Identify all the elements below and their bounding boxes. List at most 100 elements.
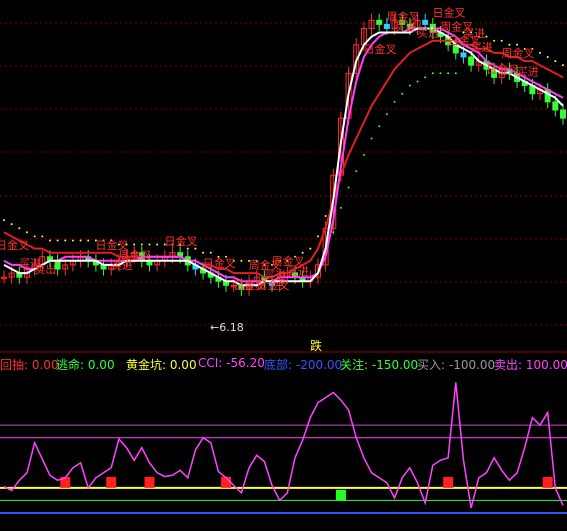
- sar-dot: [301, 251, 304, 254]
- osc-signal-red: [144, 476, 155, 488]
- candle-body: [468, 56, 475, 66]
- sar-dot: [316, 235, 319, 238]
- signal-label: 买进: [111, 259, 133, 272]
- sar-dot: [194, 247, 197, 250]
- sar-dot: [240, 259, 243, 262]
- sar-dot: [424, 76, 427, 79]
- sar-dot: [539, 51, 542, 54]
- sar-dot: [309, 247, 312, 250]
- indicator-label: 黄金坑:: [126, 358, 167, 372]
- sar-dot: [133, 243, 136, 246]
- indicator-value: -100.00: [445, 358, 496, 372]
- indicator-item: 底部: -200.00: [264, 356, 342, 373]
- sar-dot: [447, 72, 450, 75]
- sar-dot: [18, 227, 21, 230]
- signal-label: 日金叉: [432, 5, 465, 19]
- sar-dot: [508, 43, 511, 46]
- signal-label: 日金叉: [203, 256, 236, 270]
- signal-label: 买进: [417, 26, 439, 39]
- sar-dot: [33, 235, 36, 238]
- candle-body: [552, 101, 559, 111]
- signal-label: 买进: [463, 27, 485, 40]
- sar-dot: [431, 72, 434, 75]
- signal-label: 日金叉: [164, 234, 197, 248]
- osc-signal-red: [106, 476, 117, 488]
- sar-dot: [347, 186, 350, 189]
- indicator-value: -56.20: [222, 356, 265, 370]
- sar-dot: [493, 39, 496, 42]
- sar-dot: [439, 72, 442, 75]
- sar-dot: [546, 56, 549, 58]
- signal-label: 卖出: [34, 262, 56, 276]
- indicator-value: 100.00: [522, 358, 567, 372]
- candle-body: [422, 19, 429, 25]
- indicator-label: 底部:: [264, 358, 293, 372]
- indicator-item: CCI: -56.20: [198, 356, 265, 370]
- sar-dot: [385, 113, 388, 116]
- indicator-value: -200.00: [292, 358, 343, 372]
- sar-dot: [3, 219, 5, 222]
- sar-dot: [500, 39, 503, 42]
- indicator-item: 关注: -150.00: [340, 356, 418, 373]
- signal-label: 买进: [287, 265, 309, 278]
- signal-label: 日金叉: [256, 278, 289, 292]
- signal-label: 日金叉: [0, 238, 29, 252]
- indicator-label: 回抽:: [0, 358, 29, 372]
- signal-label: 周金叉: [501, 46, 534, 60]
- sar-dot: [554, 60, 557, 63]
- sar-dot: [25, 231, 28, 234]
- sar-dot: [209, 251, 212, 254]
- sar-dot: [324, 215, 327, 217]
- indicator-item: 买入: -100.00: [417, 356, 495, 373]
- osc-signal-red: [542, 476, 553, 488]
- sar-dot: [41, 235, 44, 238]
- sar-dot: [355, 170, 358, 173]
- sar-dot: [10, 223, 13, 226]
- sar-dot: [64, 239, 67, 242]
- indicator-label: CCI:: [198, 356, 223, 370]
- sar-dot: [485, 35, 488, 38]
- sar-dot: [48, 239, 51, 242]
- candle-body: [560, 109, 566, 119]
- sar-dot: [408, 84, 411, 87]
- sar-dot: [156, 243, 159, 246]
- sar-dot: [339, 206, 342, 209]
- candle-body: [376, 19, 383, 25]
- indicator-label: 买入:: [417, 358, 446, 372]
- signal-label: 买进: [517, 65, 539, 78]
- candle-body: [383, 23, 390, 29]
- indicator-item: 卖出: 100.00: [494, 356, 567, 373]
- osc-signal-green: [335, 489, 346, 501]
- jinchu-label: 跌: [310, 338, 322, 353]
- low-value-label: ←6.18: [210, 321, 244, 334]
- sar-dot: [401, 92, 404, 95]
- sar-dot: [79, 239, 82, 242]
- sar-dot: [362, 153, 365, 156]
- sar-dot: [140, 243, 143, 246]
- indicator-item: 回抽: 0.00: [0, 356, 59, 373]
- signal-label: 日金叉: [486, 62, 519, 76]
- indicator-item: 逃命: 0.00: [56, 356, 115, 373]
- sar-dot: [332, 231, 335, 234]
- signal-label: 买进: [471, 41, 493, 54]
- signal-label: 买进: [394, 21, 416, 34]
- chart-canvas: 日金叉买进卖出日金叉周金叉买进日金叉日金叉日金叉周金叉买进日金叉周金叉买进日金叉…: [0, 0, 567, 531]
- indicator-value: 0.00: [166, 358, 197, 372]
- candle-body: [460, 52, 467, 58]
- sar-dot: [516, 43, 519, 46]
- indicator-label: 逃命:: [56, 358, 85, 372]
- sar-dot: [71, 239, 74, 242]
- osc-signal-red: [443, 476, 454, 488]
- sar-dot: [378, 125, 381, 128]
- indicator-label: 卖出:: [494, 358, 523, 372]
- indicator-value: -150.00: [368, 358, 419, 372]
- indicator-bar: 回抽: 0.00 逃命: 0.00 黄金坑: 0.00 CCI: -56.20 底部: …: [0, 352, 567, 374]
- sar-dot: [186, 247, 189, 250]
- signal-label: 日金叉: [364, 42, 397, 56]
- sar-dot: [393, 100, 396, 103]
- sar-dot: [562, 64, 564, 67]
- sar-dot: [370, 137, 373, 140]
- indicator-value: 0.00: [84, 358, 115, 372]
- sar-dot: [202, 251, 205, 254]
- sar-dot: [454, 72, 457, 75]
